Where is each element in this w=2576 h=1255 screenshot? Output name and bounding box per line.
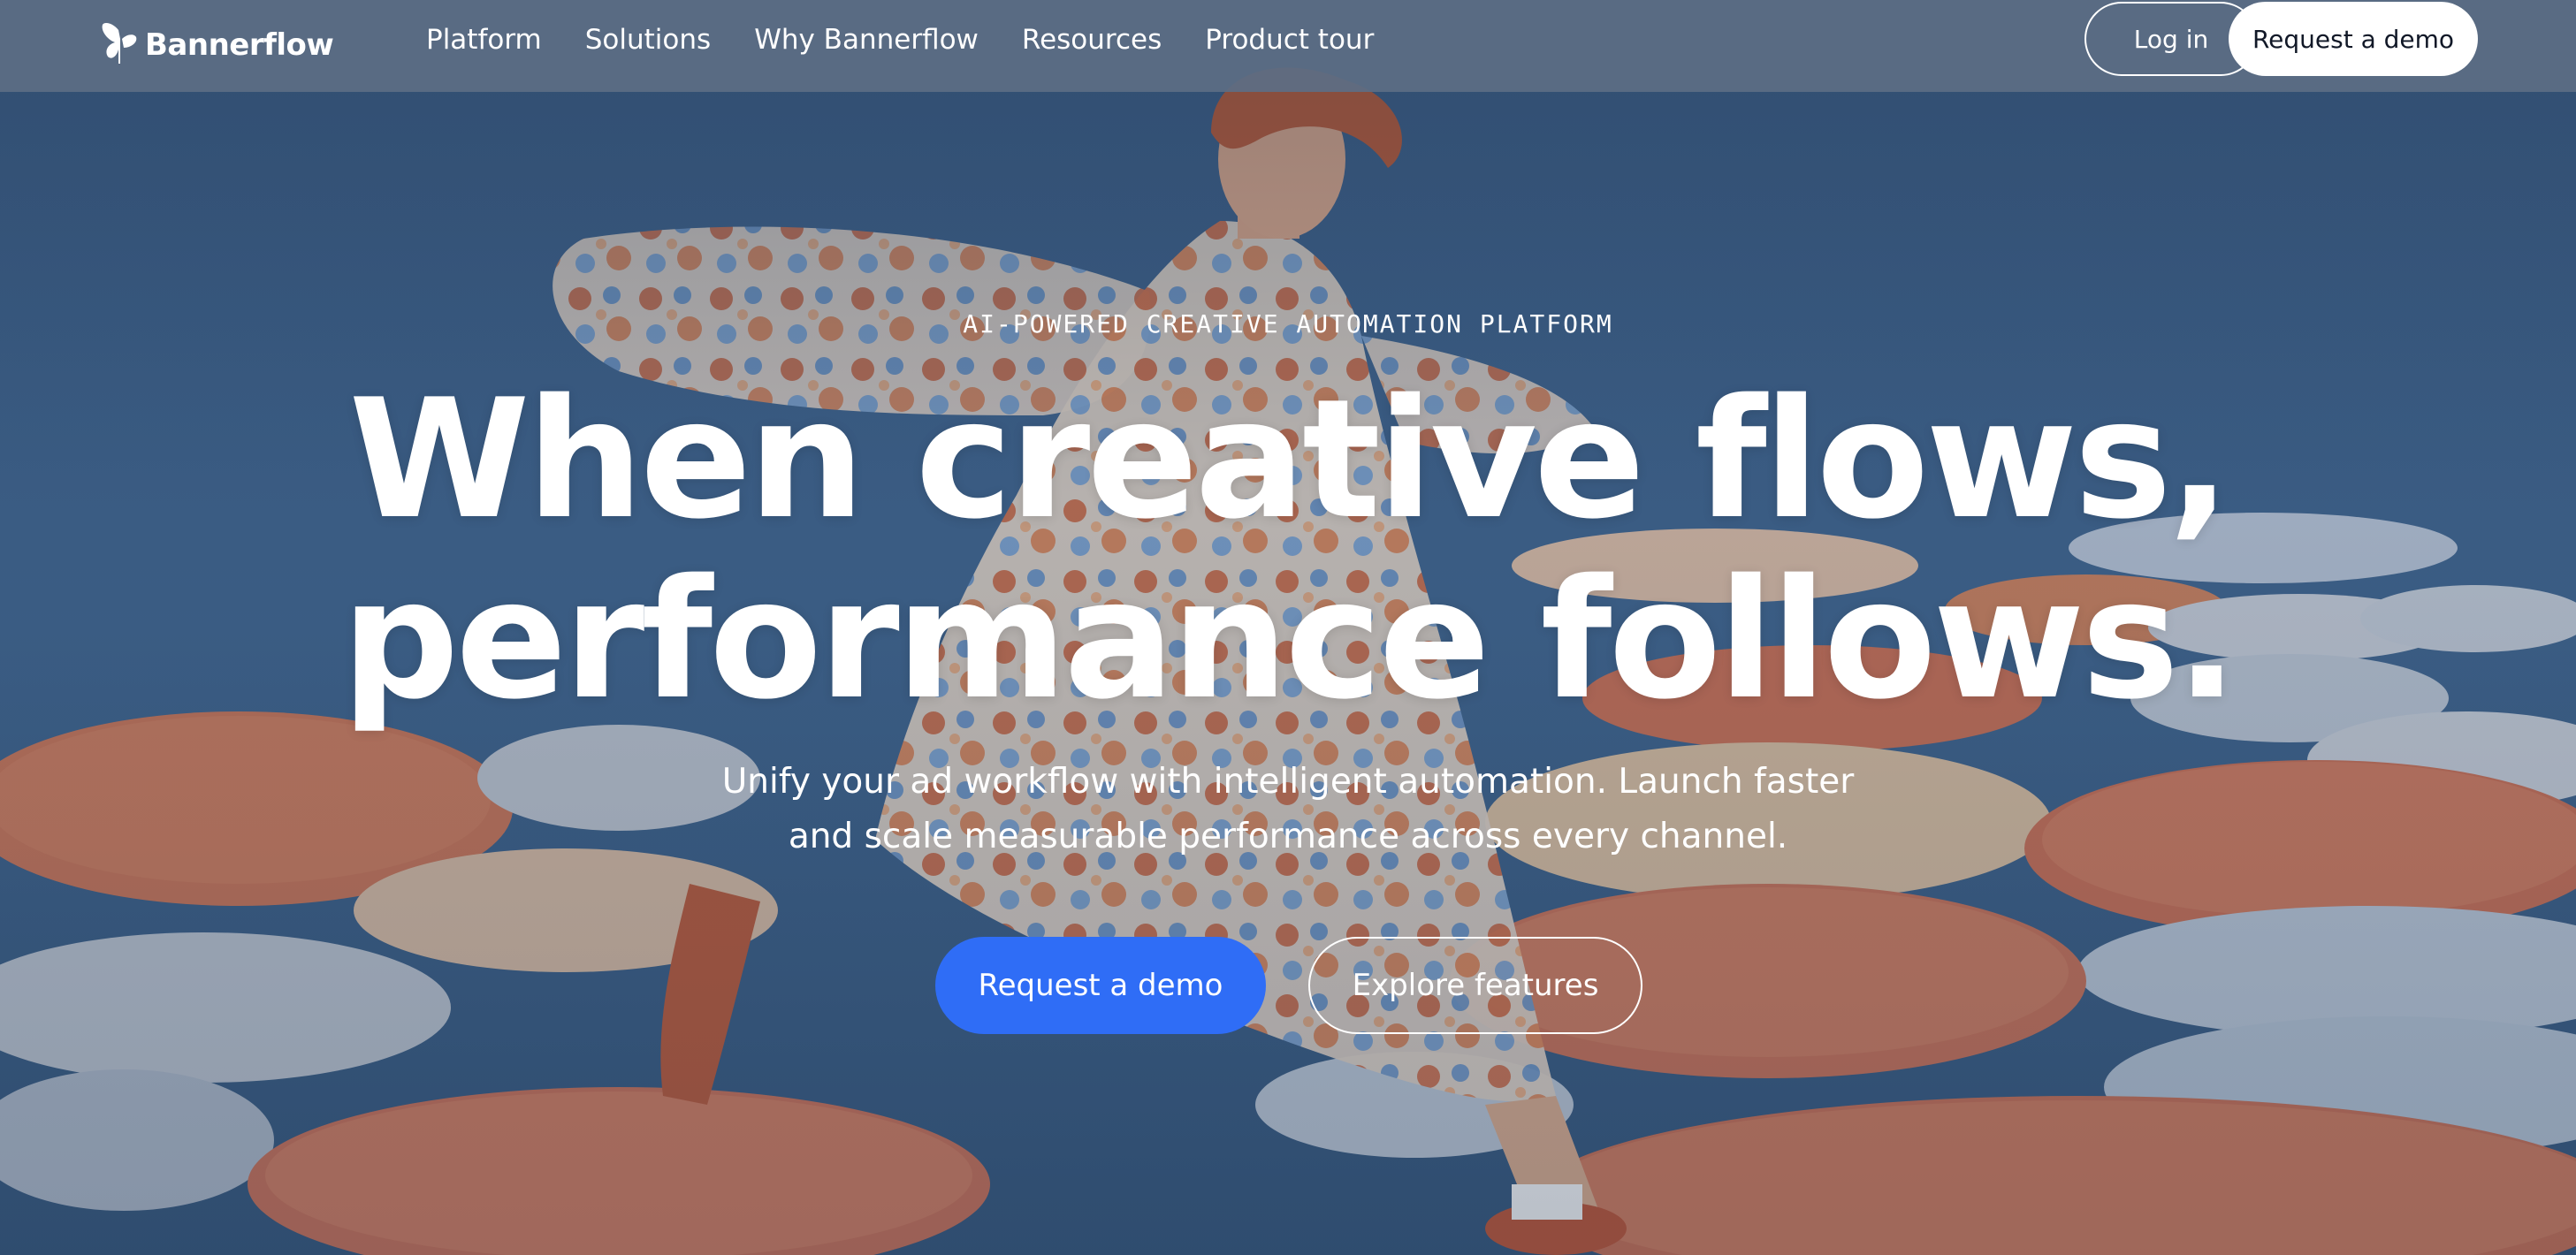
hero-request-demo-button[interactable]: Request a demo: [935, 937, 1266, 1034]
hero-subtitle: Unify your ad workflow with intelligent …: [0, 755, 2576, 864]
nav-item-solutions[interactable]: Solutions: [585, 24, 711, 56]
brand-name: Bannerflow: [145, 27, 334, 63]
butterfly-icon: [99, 21, 145, 70]
hero-subtitle-line-2: and scale measurable performance across …: [788, 817, 1788, 856]
explore-features-button[interactable]: Explore features: [1308, 937, 1642, 1034]
nav-request-demo-button[interactable]: Request a demo: [2229, 2, 2478, 76]
nav-item-platform[interactable]: Platform: [426, 24, 542, 56]
main-menu: Platform Solutions Why Bannerflow Resour…: [426, 0, 1374, 80]
hero-eyebrow: AI-POWERED CREATIVE AUTOMATION PLATFORM: [963, 309, 1613, 338]
nav-item-product-tour[interactable]: Product tour: [1205, 24, 1374, 56]
page: Bannerflow Platform Solutions Why Banner…: [0, 0, 2576, 1255]
brand-logo[interactable]: Bannerflow: [99, 19, 334, 71]
hero-headline: When creative flows, performance follows…: [0, 369, 2576, 730]
hero-headline-line-1: When creative flows,: [348, 363, 2230, 555]
nav-item-resources[interactable]: Resources: [1022, 24, 1162, 56]
nav-item-why-bannerflow[interactable]: Why Bannerflow: [754, 24, 979, 56]
hero-headline-line-2: performance follows.: [341, 544, 2238, 735]
hero-subtitle-line-1: Unify your ad workflow with intelligent …: [721, 762, 1855, 802]
top-nav: Bannerflow Platform Solutions Why Banner…: [0, 0, 2576, 92]
